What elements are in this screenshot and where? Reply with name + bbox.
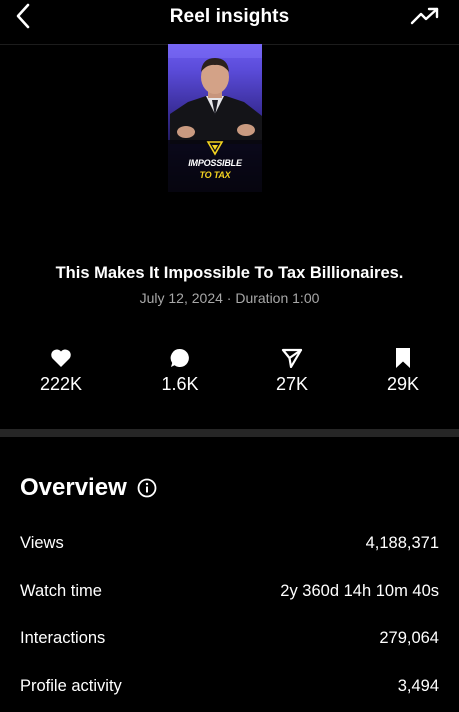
interactions-row[interactable]: Interactions 279,064 <box>20 625 439 651</box>
likes-stat: 222K <box>16 346 106 395</box>
views-value: 4,188,371 <box>365 533 439 552</box>
shares-count: 27K <box>275 374 309 394</box>
comments-stat: 1.6K <box>135 346 225 395</box>
views-row[interactable]: Views 4,188,371 <box>20 530 439 556</box>
overview-title: Overview <box>20 474 127 501</box>
reel-thumbnail[interactable]: IMPOSSIBLE TO TAX <box>168 44 262 192</box>
watch-time-value: 2y 360d 14h 10m 40s <box>280 581 439 600</box>
shares-stat: 27K <box>247 346 337 395</box>
thumbnail-caption-line1: IMPOSSIBLE <box>188 158 242 168</box>
interactions-label: Interactions <box>20 628 106 647</box>
saves-count: 29K <box>386 374 420 394</box>
comments-count: 1.6K <box>161 374 199 394</box>
watch-time-label: Watch time <box>20 581 102 600</box>
saves-stat: 29K <box>358 346 448 395</box>
profile-activity-value: 3,494 <box>397 676 439 695</box>
bookmark-icon <box>358 346 448 370</box>
profile-activity-row[interactable]: Profile activity 3,494 <box>20 673 439 699</box>
profile-activity-label: Profile activity <box>20 676 122 695</box>
info-icon[interactable] <box>137 478 157 498</box>
trending-up-icon <box>410 6 440 31</box>
page-title: Reel insights <box>169 6 290 27</box>
heart-icon <box>16 346 106 370</box>
likes-count: 222K <box>39 374 83 394</box>
watch-time-row[interactable]: Watch time 2y 360d 14h 10m 40s <box>20 578 439 604</box>
section-divider <box>0 429 459 437</box>
views-label: Views <box>20 533 64 552</box>
header: Reel insights <box>0 0 459 45</box>
thumbnail-caption-line2: TO TAX <box>199 170 231 180</box>
overview-heading: Overview <box>20 474 157 502</box>
share-icon <box>247 346 337 370</box>
interactions-value: 279,064 <box>379 628 439 647</box>
trend-button[interactable] <box>409 6 441 30</box>
comment-icon <box>135 346 225 370</box>
reel-date-duration: July 12, 2024 · Duration 1:00 <box>139 290 320 306</box>
reel-title: This Makes It Impossible To Tax Billiona… <box>55 264 404 282</box>
